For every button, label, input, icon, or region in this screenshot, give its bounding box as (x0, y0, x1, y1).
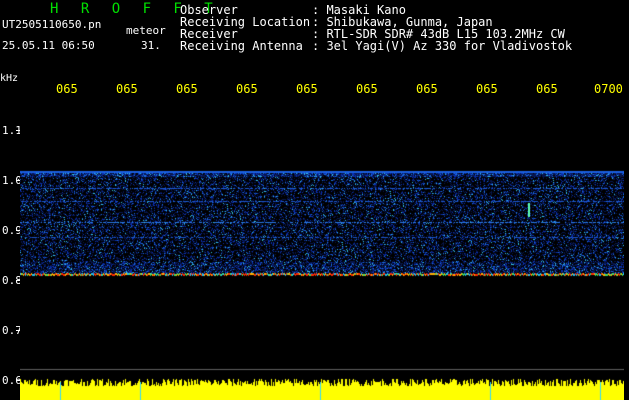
time-label: 065 (56, 82, 78, 96)
datetime: 25.05.11 06:50 (2, 39, 95, 52)
spectrogram (20, 97, 624, 400)
filename: UT2505110650.pn (2, 18, 102, 31)
time-label: 065 (476, 82, 498, 96)
time-label: 065 (416, 82, 438, 96)
time-label: 065 (236, 82, 258, 96)
time-label: 0700 (594, 82, 623, 96)
file-type-label: meteor (126, 24, 166, 37)
time-label: 065 (356, 82, 378, 96)
antenna-value: : 3el Yagi(V) Az 330 for Vladivostok (312, 39, 573, 53)
hrofft-window: H R O F F T UT2505110650.pn meteor 25.05… (0, 0, 629, 400)
seconds-label: 31. (141, 39, 161, 52)
time-label: 065 (176, 82, 198, 96)
y-axis-unit: kHz (0, 73, 19, 84)
time-label: 065 (296, 82, 318, 96)
time-label: 065 (536, 82, 558, 96)
time-label: 065 (116, 82, 138, 96)
antenna-label: Receiving Antenna (180, 39, 303, 53)
